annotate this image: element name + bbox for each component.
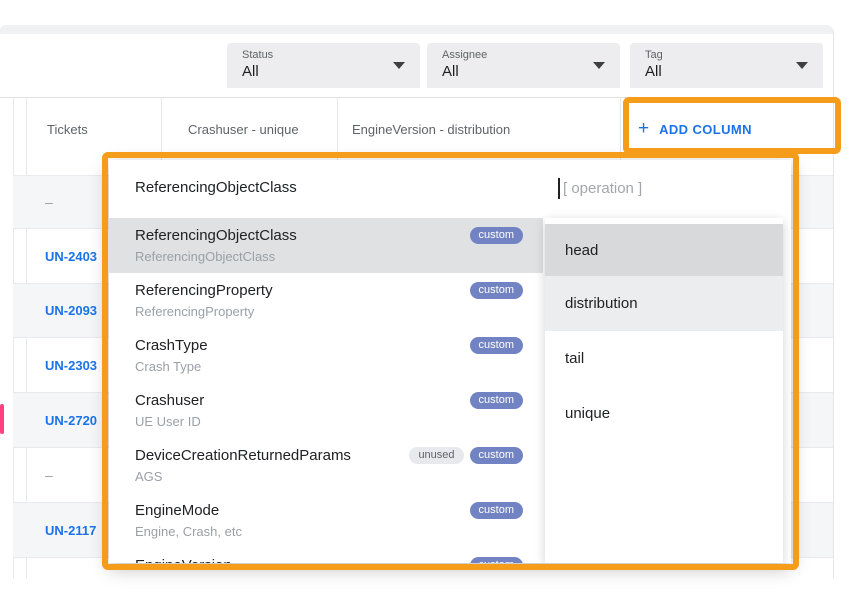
field-option-engineversion[interactable]: EngineVersion custom — [109, 548, 543, 563]
plus-icon: + — [638, 117, 649, 141]
operation-option-distribution[interactable]: distribution — [545, 276, 783, 331]
field-option-devicecreationreturnedparams[interactable]: DeviceCreationReturnedParams unused cust… — [109, 438, 543, 493]
column-header-tickets: Tickets — [47, 122, 88, 137]
operation-option-tail[interactable]: tail — [545, 331, 783, 386]
ticket-link[interactable]: UN-2720 — [45, 393, 97, 447]
custom-badge: custom — [470, 447, 523, 464]
ticket-link[interactable]: UN-2093 — [45, 284, 97, 337]
add-column-dropdown: ReferencingObjectClass [ operation ] Ref… — [109, 160, 791, 563]
field-description: AGS — [135, 469, 162, 484]
status-filter-label: Status — [242, 49, 273, 61]
chevron-down-icon — [393, 62, 405, 69]
column-header-engineversion: EngineVersion - distribution — [352, 122, 510, 137]
field-description: Crash Type — [135, 359, 201, 374]
field-description: ReferencingProperty — [135, 304, 254, 319]
card-right-border — [833, 30, 834, 578]
custom-badge: custom — [470, 227, 523, 244]
text-caret — [558, 178, 560, 199]
operation-list: head distribution tail unique — [545, 218, 783, 563]
ticket-link[interactable]: UN-2117 — [45, 503, 96, 557]
column-header-crashuser: Crashuser - unique — [188, 122, 299, 137]
custom-badge: custom — [470, 282, 523, 299]
field-option-referencingobjectclass[interactable]: ReferencingObjectClass custom Referencin… — [109, 218, 543, 273]
field-name: ReferencingProperty — [135, 282, 273, 299]
field-name: CrashType — [135, 337, 208, 354]
assignee-filter-value: All — [442, 63, 459, 80]
custom-badge: custom — [470, 502, 523, 519]
status-filter-value: All — [242, 63, 259, 80]
card-top-strip — [0, 25, 833, 34]
field-name: EngineVersion — [135, 557, 232, 564]
add-column-button[interactable]: + ADD COLUMN — [638, 117, 752, 141]
field-search-input[interactable]: ReferencingObjectClass — [109, 160, 543, 218]
unused-badge: unused — [409, 447, 463, 464]
field-description: Engine, Crash, etc — [135, 524, 242, 539]
field-list: ReferencingObjectClass custom Referencin… — [109, 218, 543, 563]
tag-filter-value: All — [645, 63, 662, 80]
operation-input[interactable]: [ operation ] — [555, 160, 791, 218]
operation-option-head[interactable]: head — [545, 224, 783, 276]
ticket-cell: – — [45, 176, 53, 228]
field-search-value: ReferencingObjectClass — [135, 179, 297, 196]
custom-badge: custom — [470, 392, 523, 409]
ticket-cell: – — [45, 448, 53, 502]
chevron-down-icon — [796, 62, 808, 69]
custom-badge: custom — [470, 337, 523, 354]
assignee-filter-label: Assignee — [442, 49, 487, 61]
tag-filter-select[interactable]: Tag All — [630, 43, 823, 88]
field-name: ReferencingObjectClass — [135, 227, 297, 244]
ticket-link[interactable]: UN-2303 — [45, 338, 97, 392]
field-option-referencingproperty[interactable]: ReferencingProperty custom ReferencingPr… — [109, 273, 543, 328]
field-option-crashuser[interactable]: Crashuser custom UE User ID — [109, 383, 543, 438]
field-option-enginemode[interactable]: EngineMode custom Engine, Crash, etc — [109, 493, 543, 548]
operation-option-unique[interactable]: unique — [545, 386, 783, 441]
chevron-down-icon — [593, 62, 605, 69]
status-filter-select[interactable]: Status All — [227, 43, 420, 88]
field-name: EngineMode — [135, 502, 219, 519]
operation-placeholder: [ operation ] — [563, 180, 642, 197]
field-name: Crashuser — [135, 392, 204, 409]
ticket-link[interactable]: UN-2403 — [45, 229, 97, 283]
row-highlight-indicator — [0, 404, 4, 434]
header-divider — [0, 97, 833, 98]
add-column-label: ADD COLUMN — [659, 122, 752, 137]
crash-report-dashboard: Status All Assignee All Tag All Tickets … — [0, 0, 860, 596]
custom-badge: custom — [470, 557, 523, 564]
assignee-filter-select[interactable]: Assignee All — [427, 43, 620, 88]
field-name: DeviceCreationReturnedParams — [135, 447, 351, 464]
field-description: ReferencingObjectClass — [135, 249, 275, 264]
field-option-crashtype[interactable]: CrashType custom Crash Type — [109, 328, 543, 383]
field-description: UE User ID — [135, 414, 201, 429]
tag-filter-label: Tag — [645, 49, 663, 61]
